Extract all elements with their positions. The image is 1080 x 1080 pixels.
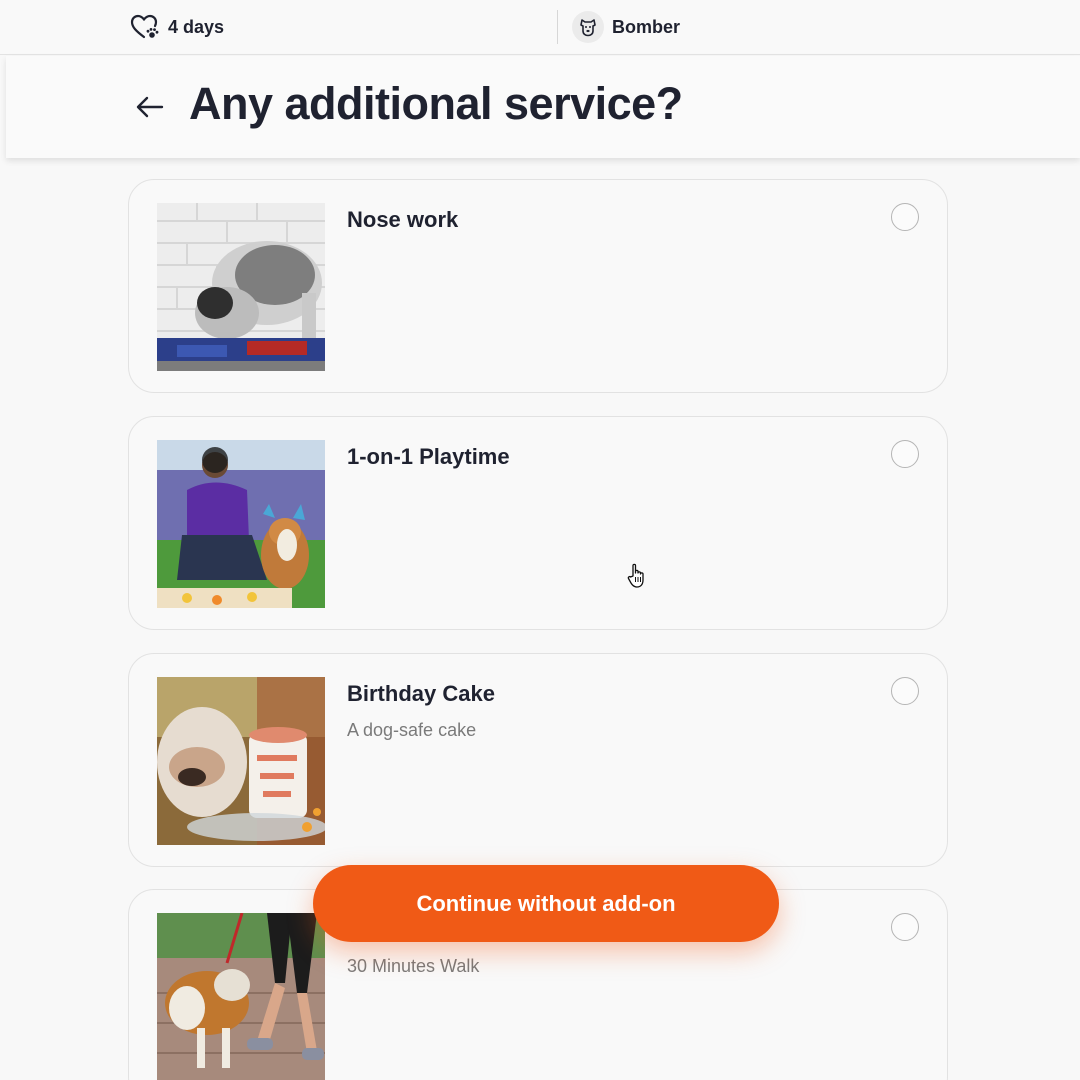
service-subtitle: 30 Minutes Walk [347, 956, 480, 976]
service-checkbox[interactable] [891, 913, 919, 941]
top-bar: 4 days Bomber [0, 0, 1080, 55]
service-subtitle: A dog-safe cake [347, 720, 477, 740]
service-image [157, 913, 325, 1080]
duration-label: 4 days [168, 16, 225, 37]
back-button[interactable] [130, 90, 170, 124]
service-checkbox[interactable] [891, 677, 919, 705]
page-title: Any additional service? [189, 78, 683, 129]
page-header: Any additional service? [6, 56, 1080, 158]
service-checkbox[interactable] [891, 203, 919, 231]
service-title: 1-on-1 Playtime [347, 444, 510, 469]
continue-without-add-on-button[interactable]: Continue without add-on [313, 865, 779, 942]
service-card-birthday-cake[interactable]: Birthday Cake A dog-safe cake [128, 653, 948, 867]
heart-paw-icon [130, 14, 159, 39]
pet-name: Bomber [612, 16, 681, 37]
arrow-left-icon [136, 96, 164, 118]
pet-avatar [572, 11, 604, 43]
service-image [157, 677, 325, 845]
stay-duration[interactable]: 4 days [130, 12, 224, 42]
service-checkbox[interactable] [891, 440, 919, 468]
service-image [157, 203, 325, 371]
top-divider [557, 10, 558, 44]
service-card-nose-work[interactable]: Nose work [128, 179, 948, 393]
dog-face-icon [580, 19, 596, 37]
service-title: Nose work [347, 207, 459, 232]
service-image [157, 440, 325, 608]
service-title: Birthday Cake [347, 681, 495, 706]
service-card-playtime[interactable]: 1-on-1 Playtime [128, 416, 948, 630]
pet-selector[interactable]: Bomber [572, 11, 681, 43]
hand-pointer-cursor-icon [627, 563, 644, 588]
